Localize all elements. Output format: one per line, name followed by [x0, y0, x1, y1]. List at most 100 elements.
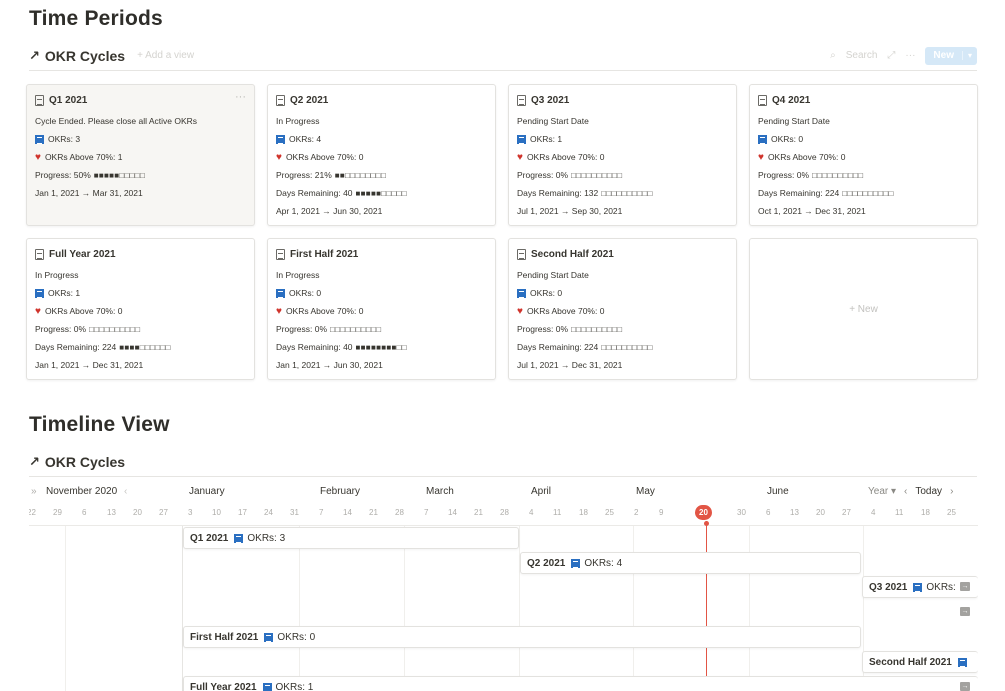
card-progress-bar: ■■□□□□□□□□ [334, 170, 387, 180]
heart-icon: ♥ [35, 305, 41, 317]
gallery-card[interactable]: Full Year 2021 In Progress OKRs: 1 ♥ OKRs… [26, 238, 255, 380]
timeline-view-title[interactable]: OKR Cycles [45, 454, 125, 470]
card-progress: Progress: 0% [517, 170, 569, 180]
new-button-label[interactable]: New [925, 50, 962, 61]
day-tick: 29 [53, 508, 62, 517]
timeline-item[interactable]: Q2 2021 OKRs: 4 [520, 552, 861, 574]
search-icon[interactable]: ⌕ [830, 50, 836, 61]
card-title: Q2 2021 [290, 94, 329, 106]
day-tick: 24 [264, 508, 273, 517]
today-button[interactable]: Today [915, 486, 942, 497]
item-title: Q2 2021 [527, 557, 566, 569]
open-item-icon[interactable]: → [960, 607, 970, 616]
next-icon[interactable]: › [950, 486, 953, 497]
day-tick: 20 [816, 508, 825, 517]
day-tick: 21 [474, 508, 483, 517]
okr-grid-icon [571, 558, 581, 568]
card-status: In Progress [276, 116, 320, 126]
card-okrs-above: OKRs Above 70%: 0 [285, 306, 364, 316]
day-tick: 22 [29, 508, 36, 517]
card-progress-bar: □□□□□□□□□□ [571, 170, 623, 180]
item-title: Q3 2021 [869, 581, 908, 593]
page-icon [35, 94, 44, 106]
okr-grid-icon [517, 288, 526, 298]
chevron-down-icon[interactable]: ▾ [961, 51, 977, 60]
gallery-card[interactable]: Second Half 2021 Pending Start Date OKRs… [508, 238, 737, 380]
okr-grid-icon [262, 682, 272, 691]
expand-sidebar-icon[interactable]: » [31, 486, 37, 497]
card-progress: Progress: 21% [276, 170, 332, 180]
month-divider-icon: ‹ [124, 486, 128, 497]
card-days-remaining: Days Remaining: 40 [276, 342, 353, 352]
zoom-select[interactable]: Year ▾ [868, 486, 896, 497]
heart-icon: ♥ [276, 305, 282, 317]
day-tick: 7 [424, 508, 429, 517]
zoom-label[interactable]: Year [868, 486, 888, 497]
page-icon [517, 248, 526, 260]
gallery-card[interactable]: ··· Q1 2021 Cycle Ended. Please close al… [26, 84, 255, 226]
item-okrs: OKRs: 4 [584, 557, 623, 569]
okr-grid-icon [35, 134, 44, 144]
day-tick: 2 [634, 508, 639, 517]
day-tick: 18 [579, 508, 588, 517]
timeline-item[interactable]: Q1 2021 OKRs: 3 [183, 527, 519, 549]
search-label[interactable]: Search [846, 50, 878, 61]
card-dates: Jul 1, 2021 → Sep 30, 2021 [517, 206, 623, 216]
gallery-view-title[interactable]: OKR Cycles [45, 48, 125, 64]
card-progress: Progress: 50% [35, 170, 91, 180]
today-marker: 20 [695, 505, 712, 520]
section-title-timeline-view: Timeline View [29, 413, 170, 436]
gallery-card[interactable]: Q4 2021 Pending Start Date OKRs: 0 ♥ OKRs… [749, 84, 978, 226]
day-tick: 20 [133, 508, 142, 517]
card-okrs: OKRs: 4 [289, 134, 322, 144]
timeline-item[interactable]: First Half 2021 OKRs: 0 [183, 626, 861, 648]
card-more-icon[interactable]: ··· [235, 91, 246, 103]
card-okrs-above: OKRs Above 70%: 0 [526, 152, 605, 162]
card-dates: Oct 1, 2021 → Dec 31, 2021 [758, 206, 866, 216]
section-title-time-periods: Time Periods [29, 7, 163, 30]
card-okrs: OKRs: 1 [530, 134, 563, 144]
card-days-bar: ■■■■■□□□□□ [355, 188, 407, 198]
card-progress-bar: □□□□□□□□□□ [812, 170, 864, 180]
card-days-remaining: Days Remaining: 224 [517, 342, 599, 352]
more-icon[interactable]: ··· [905, 50, 915, 61]
open-item-icon[interactable]: → [960, 582, 970, 591]
timeline-header: » November 2020 ‹ January February March… [29, 478, 978, 526]
card-title: Q4 2021 [772, 94, 811, 106]
linked-arrow-icon: ↗ [29, 453, 40, 469]
day-tick: 7 [319, 508, 324, 517]
new-button[interactable]: New ▾ [925, 46, 977, 65]
timeline-item[interactable]: Full Year 2021 OKRs: 1 [183, 676, 978, 691]
okr-grid-icon [957, 657, 967, 667]
grid-line [65, 526, 66, 691]
open-item-icon[interactable]: → [960, 682, 970, 691]
gallery-card[interactable]: First Half 2021 In Progress OKRs: 0 ♥ OKR… [267, 238, 496, 380]
day-tick: 6 [82, 508, 87, 517]
add-view-button[interactable]: + Add a view [137, 50, 194, 61]
new-card-button[interactable]: + New [749, 238, 978, 380]
gallery-card[interactable]: Q2 2021 In Progress OKRs: 4 ♥ OKRs Above … [267, 84, 496, 226]
day-tick: 30 [737, 508, 746, 517]
expand-icon[interactable]: ⤢ [887, 50, 895, 61]
heart-icon: ♥ [276, 151, 282, 163]
grid-line [404, 526, 405, 691]
gallery-card[interactable]: Q3 2021 Pending Start Date OKRs: 1 ♥ OKRs… [508, 84, 737, 226]
grid-line [519, 526, 520, 691]
timeline-item[interactable]: Second Half 2021 [862, 651, 978, 673]
item-title: Full Year 2021 [190, 681, 257, 691]
okr-grid-icon [35, 288, 44, 298]
card-days-bar: □□□□□□□□□□ [842, 188, 894, 198]
day-tick: 9 [659, 508, 664, 517]
card-days-remaining: Days Remaining: 132 [517, 188, 599, 198]
day-tick: 4 [529, 508, 534, 517]
item-title: First Half 2021 [190, 631, 259, 643]
grid-line [633, 526, 634, 691]
card-okrs: OKRs: 0 [289, 288, 322, 298]
new-card-label[interactable]: + New [849, 304, 878, 315]
linked-arrow-icon: ↗ [29, 47, 40, 63]
page-icon [276, 94, 285, 106]
day-tick: 27 [842, 508, 851, 517]
card-status: In Progress [276, 270, 320, 280]
card-days-bar: □□□□□□□□□□ [601, 188, 653, 198]
prev-icon[interactable]: ‹ [904, 486, 907, 497]
